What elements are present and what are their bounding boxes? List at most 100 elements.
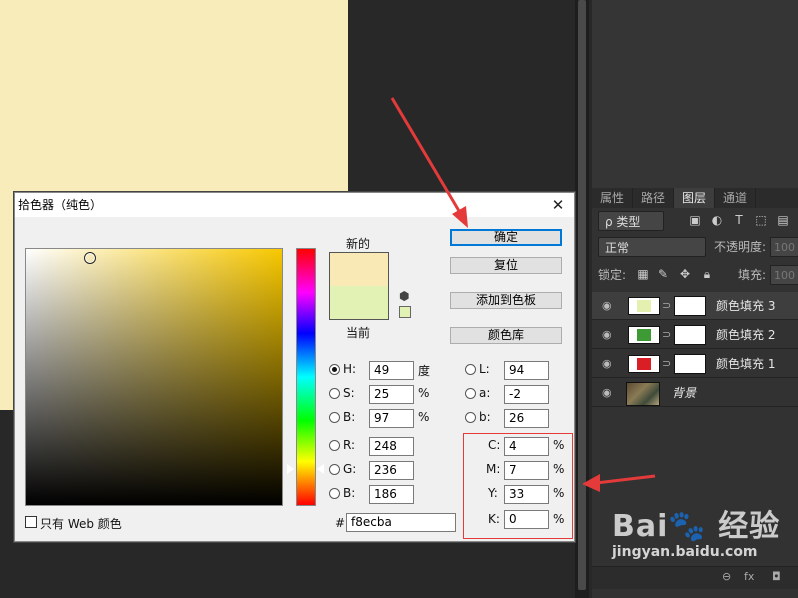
brightness-label: B: (343, 410, 356, 424)
fill-label: 填充: (738, 268, 767, 282)
type-filter-icon[interactable]: T (732, 213, 746, 227)
lab-l-radio[interactable] (465, 364, 476, 375)
hue-slider-right-arrow[interactable] (317, 464, 324, 474)
eye-icon[interactable]: ◉ (602, 358, 616, 370)
tab-properties[interactable]: 属性 (592, 188, 634, 208)
hue-unit: 度 (418, 364, 431, 378)
tab-paths[interactable]: 路径 (633, 188, 675, 208)
blue-input[interactable]: 186 (369, 485, 414, 504)
smart-object-filter-icon[interactable]: ▤ (776, 213, 790, 227)
eye-icon[interactable]: ◉ (602, 300, 616, 312)
lock-brush-icon[interactable]: ✎ (656, 267, 670, 281)
canvas-scrollbar-thumb[interactable] (578, 0, 586, 590)
new-color-label: 新的 (346, 237, 371, 251)
color-field[interactable] (25, 248, 283, 506)
lab-a-label: a: (479, 386, 491, 400)
layer-name[interactable]: 颜色填充 2 (716, 321, 775, 349)
lock-all-icon[interactable]: 🔒︎ (700, 267, 714, 281)
layer-name[interactable]: 颜色填充 1 (716, 350, 775, 378)
tab-layers[interactable]: 图层 (674, 188, 716, 208)
fx-button[interactable]: fx (744, 570, 754, 583)
chain-link-icon[interactable]: ⊃ (662, 357, 671, 370)
background-thumbnail[interactable] (626, 382, 660, 406)
saturation-radio[interactable] (329, 388, 340, 399)
red-radio[interactable] (329, 440, 340, 451)
shape-filter-icon[interactable]: ⬚ (754, 213, 768, 227)
out-of-gamut-cube-icon[interactable]: ⬢ (399, 289, 409, 303)
current-color-label: 当前 (346, 326, 371, 340)
lock-move-icon[interactable]: ✥ (678, 267, 692, 281)
add-mask-icon[interactable]: ◘ (772, 570, 781, 583)
baidu-watermark: Bai🐾 经验 jingyan.baidu.com (612, 509, 792, 561)
web-colors-only-checkbox[interactable] (25, 516, 37, 528)
dialog-titlebar[interactable]: 拾色器（纯色） ✕ (15, 193, 574, 217)
layer-name[interactable]: 背景 (672, 379, 696, 407)
close-icon[interactable]: ✕ (548, 193, 568, 217)
lock-label: 锁定: (598, 268, 627, 282)
web-safe-swatch[interactable] (399, 306, 411, 318)
hue-slider-left-arrow[interactable] (287, 464, 294, 474)
green-input[interactable]: 236 (369, 461, 414, 480)
watermark-logo: Bai🐾 经验 (612, 509, 781, 544)
eye-icon[interactable]: ◉ (602, 329, 616, 341)
color-picker-ring[interactable] (84, 252, 96, 264)
brightness-radio[interactable] (329, 412, 340, 423)
opacity-label: 不透明度: (714, 240, 767, 254)
tab-channels[interactable]: 通道 (715, 188, 757, 208)
fill-swatch[interactable] (628, 355, 660, 373)
saturation-unit: % (418, 386, 430, 400)
lab-b-label: b: (479, 410, 491, 424)
layer-row[interactable]: ◉ ⊃ 颜色填充 1 (592, 350, 798, 378)
blue-radio[interactable] (329, 488, 340, 499)
color-libraries-button[interactable]: 颜色库 (450, 327, 562, 344)
green-radio[interactable] (329, 464, 340, 475)
hue-input[interactable]: 49 (369, 361, 414, 380)
lab-b-input[interactable]: 26 (504, 409, 549, 428)
watermark-url: jingyan.baidu.com (612, 544, 758, 560)
lab-l-input[interactable]: 94 (504, 361, 549, 380)
link-layers-icon[interactable]: ⊖ (722, 570, 731, 583)
blue-label: B: (343, 486, 356, 500)
layer-row[interactable]: ◉ ⊃ 颜色填充 2 (592, 321, 798, 349)
blend-mode-select[interactable]: 正常 (598, 237, 706, 257)
web-colors-only-label: 只有 Web 颜色 (40, 517, 122, 531)
saturation-label: S: (343, 386, 355, 400)
fill-swatch[interactable] (628, 297, 660, 315)
add-to-swatches-button[interactable]: 添加到色板 (450, 292, 562, 309)
reset-button[interactable]: 复位 (450, 257, 562, 274)
brightness-input[interactable]: 97 (369, 409, 414, 428)
fill-swatch[interactable] (628, 326, 660, 344)
panel-top-area (592, 0, 798, 189)
adjustment-filter-icon[interactable]: ◐ (710, 213, 724, 227)
saturation-input[interactable]: 25 (369, 385, 414, 404)
hue-slider[interactable] (296, 248, 316, 506)
new-color-swatch (330, 253, 388, 286)
red-label: R: (343, 438, 356, 452)
lab-b-radio[interactable] (465, 412, 476, 423)
lab-a-radio[interactable] (465, 388, 476, 399)
red-input[interactable]: 248 (369, 437, 414, 456)
layer-row[interactable]: ◉ 背景 (592, 379, 798, 407)
chain-link-icon[interactable]: ⊃ (662, 328, 671, 341)
lock-transparent-icon[interactable]: ▦ (636, 267, 650, 281)
chain-link-icon[interactable]: ⊃ (662, 299, 671, 312)
current-color-swatch[interactable] (330, 286, 388, 319)
lab-l-label: L: (479, 362, 490, 376)
hue-radio[interactable] (329, 364, 340, 375)
opacity-field[interactable]: 100 (770, 237, 798, 257)
layer-mask-thumb[interactable] (674, 325, 706, 345)
ok-button[interactable]: 确定 (450, 229, 562, 246)
dialog-title: 拾色器（纯色） (18, 198, 103, 212)
layer-mask-thumb[interactable] (674, 354, 706, 374)
hex-hash-label: # (335, 516, 346, 530)
fill-field[interactable]: 100 (770, 265, 798, 285)
layer-name[interactable]: 颜色填充 3 (716, 292, 775, 320)
filter-type-select[interactable]: ρ 类型 (598, 211, 664, 231)
lab-a-input[interactable]: -2 (504, 385, 549, 404)
image-filter-icon[interactable]: ▣ (688, 213, 702, 227)
lock-row: 锁定: ▦ ✎ ✥ 🔒︎ 填充: 100 (592, 262, 798, 288)
hex-input[interactable]: f8ecba (346, 513, 456, 532)
layer-row[interactable]: ◉ ⊃ 颜色填充 3 (592, 292, 798, 320)
eye-icon[interactable]: ◉ (602, 387, 616, 399)
layer-mask-thumb[interactable] (674, 296, 706, 316)
